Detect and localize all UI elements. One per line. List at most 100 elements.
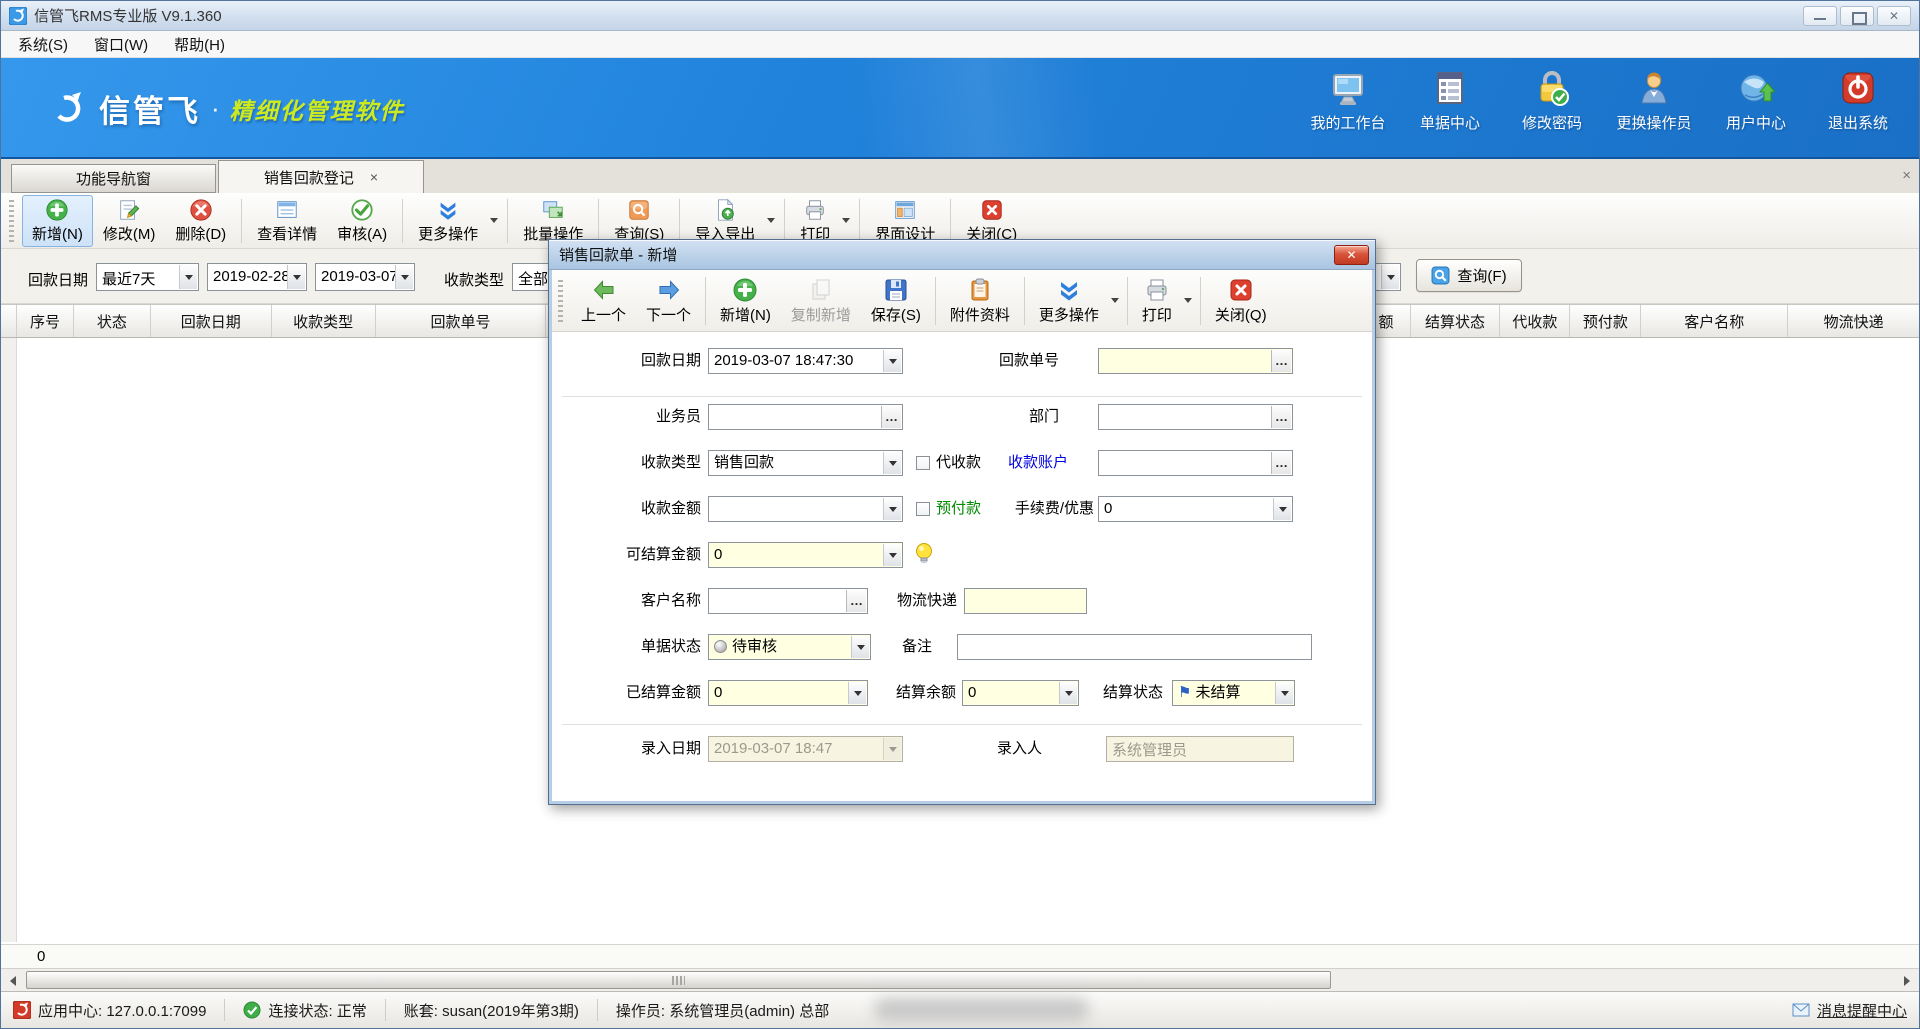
payment-date-combo[interactable]: 2019-03-07 18:47:30 [708,348,903,374]
doc-no-input[interactable]: … [1098,348,1293,374]
settleable-combo[interactable]: 0 [708,542,903,568]
tabbar-close-icon[interactable]: × [1902,167,1911,184]
chevron-down-icon[interactable] [1381,265,1399,289]
chevron-down-icon[interactable] [1275,682,1293,704]
scroll-right-button[interactable] [1897,972,1917,989]
nav-switch-operator[interactable]: 更换操作员 [1603,69,1705,133]
chevron-down-icon[interactable] [1059,682,1077,704]
col-logistics[interactable]: 物流快递 [1788,305,1919,337]
edit-button[interactable]: 修改(M) [93,195,166,247]
browse-ellipsis-button[interactable]: … [1271,452,1291,474]
more-actions-dropdown-icon[interactable] [1111,298,1119,303]
col-customer[interactable]: 客户名称 [1641,305,1788,337]
chevron-down-icon[interactable] [883,452,901,474]
more-actions-dropdown-icon[interactable] [490,218,498,223]
date-to-combo[interactable]: 2019-03-07 [315,263,415,291]
fee-combo[interactable]: 0 [1098,496,1293,522]
print-dropdown-icon[interactable] [1184,298,1192,303]
col-settle-status[interactable]: 结算状态 [1411,305,1501,337]
toolbar-grip[interactable] [558,280,563,322]
horizontal-scrollbar[interactable] [1,968,1919,991]
close-window-button[interactable]: ✕ [1877,6,1911,26]
doc-status-combo[interactable]: 待审核 [708,634,871,660]
dialog-close-action-button[interactable]: 关闭(Q) [1205,273,1277,329]
toolbar-separator [402,199,403,243]
minimize-button[interactable] [1803,6,1837,26]
balance-combo[interactable]: 0 [962,680,1079,706]
receipt-account-input[interactable]: … [1098,450,1293,476]
col-payment-date[interactable]: 回款日期 [151,305,272,337]
settle-status-combo[interactable]: ⚑未结算 [1172,680,1295,706]
import-export-dropdown-icon[interactable] [767,218,775,223]
tab-close-icon[interactable]: × [370,169,378,185]
amount-combo[interactable] [708,496,903,522]
nav-change-password[interactable]: 修改密码 [1501,69,1603,133]
message-center-link[interactable]: 消息提醒中心 [1792,1000,1907,1021]
browse-ellipsis-button[interactable]: … [1271,406,1291,428]
logistics-input[interactable] [964,588,1087,614]
menu-window[interactable]: 窗口(W) [81,34,161,55]
col-doc-no[interactable]: 回款单号 [376,305,547,337]
col-status[interactable]: 状态 [74,305,151,337]
chevron-down-icon[interactable] [883,350,901,372]
more-actions-button[interactable]: 更多操作 [408,195,488,247]
chevron-down-icon[interactable] [179,265,197,289]
department-input[interactable]: … [1098,404,1293,430]
view-detail-button[interactable]: 查看详情 [247,195,327,247]
attachments-button[interactable]: 附件资料 [940,273,1020,329]
browse-ellipsis-button[interactable]: … [846,590,866,612]
browse-ellipsis-button[interactable]: … [1271,350,1291,372]
chevron-down-icon[interactable] [1273,498,1291,520]
prepay-checkbox[interactable] [916,502,930,516]
browse-ellipsis-button[interactable]: … [881,406,901,428]
nav-my-workbench[interactable]: 我的工作台 [1297,69,1399,133]
chevron-down-icon[interactable] [287,265,305,289]
toolbar-grip[interactable] [9,200,14,242]
menu-help[interactable]: 帮助(H) [161,34,238,55]
col-receipt-type[interactable]: 收款类型 [272,305,376,337]
collection-checkbox[interactable] [916,456,930,470]
salesman-input[interactable]: … [708,404,903,430]
maximize-button[interactable] [1840,6,1874,26]
dialog-close-button[interactable]: ✕ [1334,245,1369,265]
remark-input[interactable] [957,634,1312,660]
col-seq[interactable]: 序号 [17,305,74,337]
dialog-titlebar[interactable]: 销售回款单 - 新增 ✕ [549,240,1375,270]
save-floppy-icon [883,277,909,303]
chevron-down-icon[interactable] [395,265,413,289]
scrollbar-thumb[interactable] [26,971,1331,989]
save-button[interactable]: 保存(S) [861,273,931,329]
toolbar-separator [705,277,706,325]
nav-document-center[interactable]: 单据中心 [1399,69,1501,133]
dialog-more-actions-button[interactable]: 更多操作 [1029,273,1109,329]
settled-combo[interactable]: 0 [708,680,868,706]
receipt-type-combo[interactable]: 销售回款 [708,450,903,476]
chevron-down-icon[interactable] [851,636,869,658]
menu-system[interactable]: 系统(S) [5,34,81,55]
chevron-down-icon[interactable] [848,682,866,704]
prev-record-button[interactable]: 上一个 [571,273,636,329]
date-from-combo[interactable]: 2019-02-28 [207,263,307,291]
date-preset-combo[interactable]: 最近7天 [96,263,199,291]
col-prepay[interactable]: 预付款 [1570,305,1641,337]
doc-no-label: 回款单号 [932,348,1059,374]
customer-input[interactable]: … [708,588,868,614]
next-record-button[interactable]: 下一个 [636,273,701,329]
scroll-left-button[interactable] [3,972,23,989]
tab-function-nav[interactable]: 功能导航窗 [11,164,216,193]
dialog-print-button[interactable]: 打印 [1132,273,1182,329]
print-dropdown-icon[interactable] [842,218,850,223]
delete-button[interactable]: 删除(D) [165,195,236,247]
add-button[interactable]: 新增(N) [22,195,93,247]
col-collection[interactable]: 代收款 [1500,305,1570,337]
nav-exit-system[interactable]: 退出系统 [1807,69,1909,133]
hint-bulb-icon[interactable] [914,542,934,566]
chevron-down-icon[interactable] [883,544,901,566]
audit-button[interactable]: 审核(A) [327,195,397,247]
nav-user-center[interactable]: 用户中心 [1705,69,1807,133]
chevron-down-icon[interactable] [883,498,901,520]
query-filter-button[interactable]: 查询(F) [1416,259,1522,292]
receipt-account-link[interactable]: 收款账户 [1008,450,1068,476]
dialog-add-button[interactable]: 新增(N) [710,273,781,329]
tab-sales-payment-register[interactable]: 销售回款登记 × [218,160,424,193]
